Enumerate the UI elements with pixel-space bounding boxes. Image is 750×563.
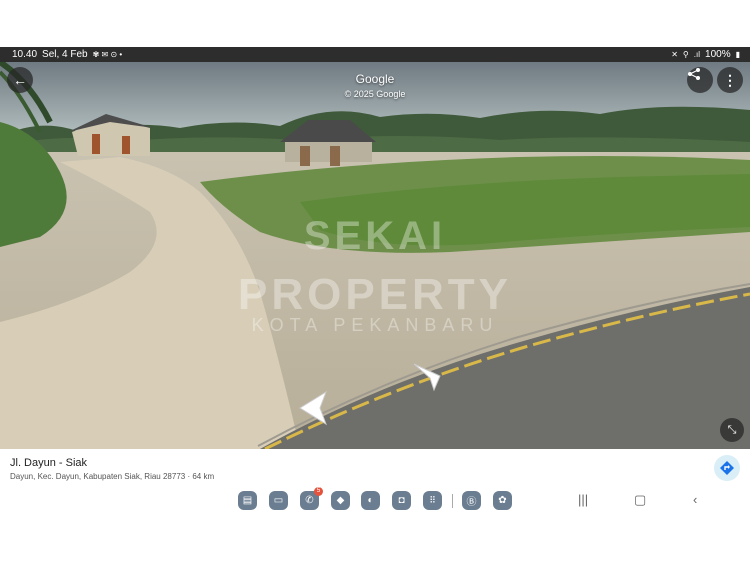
status-date: Sel, 4 Feb [42,49,88,60]
signal-icon: .ıl [693,50,701,59]
location-name: Jl. Dayun - Siak [10,457,88,469]
arrow-left-icon: ← [13,72,27,88]
home-icon[interactable]: ▢ [634,492,646,508]
more-options-button[interactable]: ⋮ [717,67,743,93]
app-messages-icon[interactable]: ◆ [331,491,350,510]
share-icon [688,68,700,80]
top-blank-area [0,0,750,47]
navigate-back-arrow-icon[interactable] [296,390,330,426]
collapse-icon: ⤡ [727,423,737,436]
header-copyright: © 2025 Google [344,89,406,99]
app-phone-icon[interactable]: ✆ 5 [300,487,323,510]
collapse-button[interactable]: ⤡ [720,418,744,442]
back-button[interactable]: ← [7,67,33,93]
app-notes-icon[interactable]: ▤ [238,491,257,510]
recent-apps-icon[interactable]: ||| [578,492,588,507]
dock-separator [452,494,453,508]
app-camera-icon[interactable]: ◘ [392,491,411,510]
app-recent-2-icon[interactable]: ✿ [493,491,512,510]
taskbar: ▤ ▭ ✆ 5 ◆ ◐ ◘ ⠿ Ⓑ ✿ ||| ▢ ‹ [0,487,750,514]
location-info-bar[interactable]: Jl. Dayun - Siak Dayun, Kec. Dayun, Kabu… [0,449,750,489]
battery-level: 100% [705,49,731,60]
app-drawer-icon[interactable]: ⠿ [423,491,442,510]
mute-icon: ✕ [671,50,678,59]
back-nav-icon[interactable]: ‹ [693,492,697,507]
location-icon: ⚲ [682,50,689,59]
navigate-forward-arrow-icon[interactable] [410,362,444,392]
app-browser-icon[interactable]: ◐ [361,491,380,510]
directions-button[interactable] [714,455,740,481]
notification-icons: ✾ ✉ ⊙ • [92,50,123,59]
status-bar: 10.40 Sel, 4 Feb ✾ ✉ ⊙ • ✕ ⚲ .ıl 100% ▮ [0,47,750,62]
status-time: 10.40 [12,49,38,60]
notification-badge: 5 [314,487,323,496]
more-vertical-icon: ⋮ [723,71,737,88]
directions-icon [720,461,734,475]
app-recent-1-icon[interactable]: Ⓑ [462,491,481,510]
location-address: Dayun, Kec. Dayun, Kabupaten Siak, Riau … [10,472,215,481]
app-files-icon[interactable]: ▭ [269,491,288,510]
watermark-line-3: KOTA PEKANBARU [251,315,499,335]
street-view-panorama[interactable]: Google © 2025 Google ← ⋮ SEKAI PROPERTY … [0,62,750,449]
battery-icon: ▮ [735,50,740,59]
share-button[interactable] [687,67,713,93]
watermark-line-1: SEKAI [303,214,447,258]
header-title: Google [355,72,395,86]
watermark-line-2: PROPERTY [237,270,513,319]
